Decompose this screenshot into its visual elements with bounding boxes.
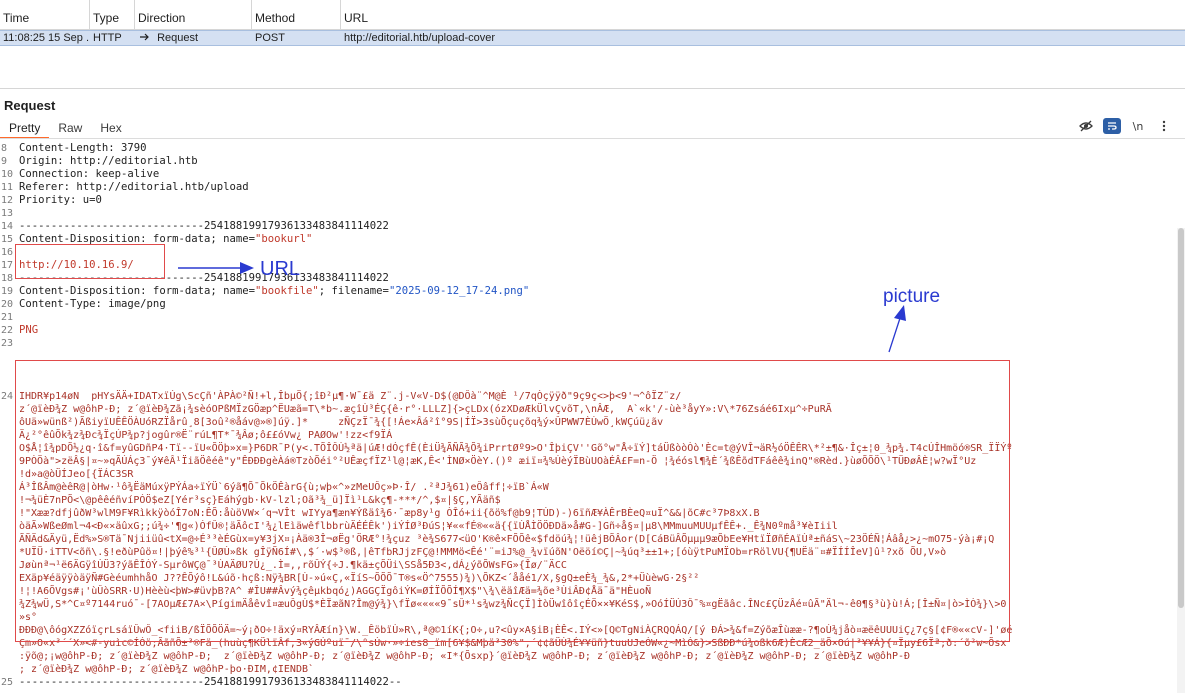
url-annotation-label: URL bbox=[260, 258, 301, 280]
picture-annotation-label: picture bbox=[883, 286, 941, 307]
annotation-arrows bbox=[178, 262, 906, 353]
url-arrow-head bbox=[240, 262, 254, 274]
